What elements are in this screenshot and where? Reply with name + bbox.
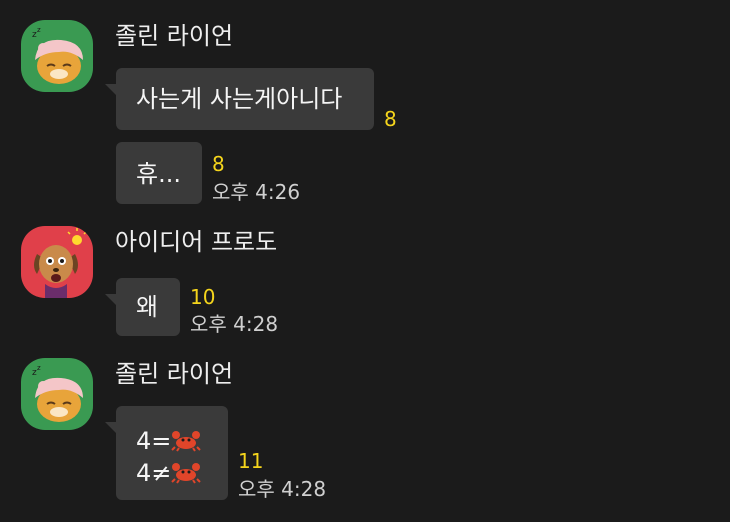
message-line: 4= [136,427,202,455]
sender-name: 졸린 라이언 [115,360,234,388]
unread-count: 8 [384,107,397,131]
message-line: 4≠ [136,459,202,487]
message-time: 오후 4:26 [212,180,301,204]
message-bubble[interactable]: 4= 4≠ [105,406,228,500]
sender-avatar[interactable]: z z [21,20,93,92]
message-bubble[interactable]: 왜 [105,278,180,336]
sender-name: 졸린 라이언 [115,22,234,50]
svg-text:z: z [37,364,41,372]
message-text: 휴... [136,160,181,188]
sleeping-ryan-icon: z z [32,26,83,84]
message-text: 4≠ [136,459,172,487]
crab-icon [171,463,202,484]
message-bubble[interactable]: 사는게 사는게아니다 [105,68,374,130]
message-text: 4= [136,427,172,455]
sender-avatar[interactable]: z z [21,358,93,430]
message-time: 오후 4:28 [190,312,279,336]
message-time: 오후 4:28 [238,477,327,501]
sender-name: 아이디어 프로도 [115,228,278,256]
crab-icon [171,431,202,452]
idea-frodo-icon [34,228,87,298]
unread-count: 11 [238,449,264,473]
message-text: 사는게 사는게아니다 [136,85,343,113]
sleeping-ryan-icon: z z [32,364,83,422]
svg-text:z: z [37,26,41,34]
unread-count: 10 [190,285,216,309]
message-text: 왜 [136,293,159,321]
message-bubble[interactable]: 휴... [116,142,202,204]
sender-avatar[interactable] [21,226,93,298]
unread-count: 8 [212,152,225,176]
